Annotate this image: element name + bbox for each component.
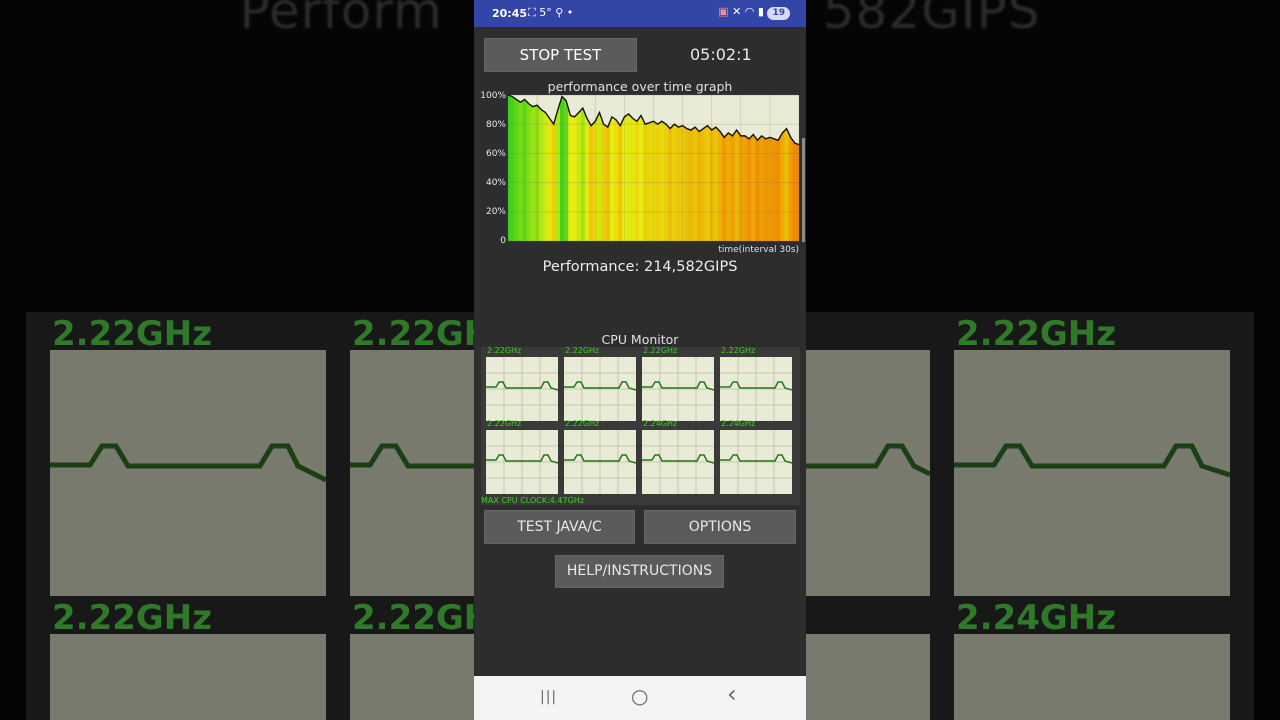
graph-band <box>568 95 574 241</box>
core-clock-label: 2.22GHz <box>643 346 678 355</box>
core-graph <box>486 430 558 494</box>
status-temperature: 5° <box>539 6 552 19</box>
status-bar: 20:45 ⛶ 5° ⚲ • ▣ ✕ ◠ ▮ 19 <box>474 0 806 27</box>
graph-band <box>514 95 519 241</box>
dot-icon: • <box>566 6 574 19</box>
graph-band <box>526 95 532 241</box>
y-tick: 100% <box>480 91 506 101</box>
x-axis-label: time(interval 30s) <box>718 245 799 255</box>
status-right-icons: ▣ ✕ ◠ ▮ 19 <box>718 5 790 20</box>
graph-band <box>518 95 524 241</box>
core-graph <box>720 357 792 421</box>
help-instructions-button[interactable]: HELP/INSTRUCTIONS <box>555 555 724 588</box>
core-graph <box>564 357 636 421</box>
core-clock-label: 2.22GHz <box>487 419 522 428</box>
core-clock-label: 2.22GHz <box>565 419 600 428</box>
background-core-graph <box>350 350 474 596</box>
background-core-graph <box>806 634 930 720</box>
max-cpu-clock: MAX CPU CLOCK:4.47GHz <box>481 496 585 505</box>
background-core-graph <box>50 350 326 596</box>
core-clock-label: 2.22GHz <box>565 346 600 355</box>
background-core-graph <box>50 634 326 720</box>
background-core-graph <box>954 634 1230 720</box>
core-graph <box>642 357 714 421</box>
background-core-graph <box>806 350 930 596</box>
screen-record-icon: ⛶ <box>528 6 536 19</box>
search-icon: ⚲ <box>555 6 564 19</box>
core-graph <box>720 430 792 494</box>
background-clock-label: 2.22GHz <box>52 598 213 638</box>
y-tick: 60% <box>486 149 506 159</box>
graph-band <box>559 95 565 241</box>
wifi-icon: ◠ <box>744 5 755 18</box>
graph-band <box>580 95 586 241</box>
graph-clip-left <box>474 88 508 258</box>
phone-screen: 20:45 ⛶ 5° ⚲ • ▣ ✕ ◠ ▮ 19 STOP TEST 05:0… <box>474 0 806 720</box>
recents-button[interactable]: ||| <box>540 689 557 705</box>
core-graph <box>642 430 714 494</box>
graph-band <box>539 95 544 241</box>
core-graph <box>564 430 636 494</box>
options-button[interactable]: OPTIONS <box>644 510 796 544</box>
graph-band <box>522 95 528 241</box>
performance-graph: 100% 80% 60% 40% 20% 0 time(interval 30s… <box>474 88 806 258</box>
background-title-left: Perform <box>239 0 443 40</box>
core-clock-label: 2.24GHz <box>721 419 756 428</box>
cpu-monitor-panel: 2.22GHz 2.22GHz 2.22GHz 2.22GHz 2.22GHz 2.22G… <box>481 346 800 505</box>
background-clock-label: 2.22GHz <box>52 314 213 354</box>
battery-icon: 19 <box>767 7 790 20</box>
background-title-right: 582GIPS <box>822 0 1041 40</box>
graph-band <box>543 95 549 241</box>
y-tick: 40% <box>486 178 506 188</box>
stop-test-button[interactable]: STOP TEST <box>484 38 637 72</box>
test-java-c-button[interactable]: TEST JAVA/C <box>484 510 635 544</box>
back-button[interactable]: ‹ <box>727 680 737 708</box>
core-clock-label: 2.24GHz <box>643 419 678 428</box>
cpu-monitor-title: CPU Monitor <box>601 332 679 347</box>
navigation-bar: ||| ○ ‹ <box>474 676 806 720</box>
y-tick: 0 <box>500 236 506 246</box>
graph-band <box>510 95 515 241</box>
elapsed-timer: 05:02:1 <box>690 45 752 64</box>
status-time: 20:45 <box>492 7 528 20</box>
graph-band <box>576 95 582 241</box>
cast-icon: ▣ <box>718 5 729 18</box>
background-clock-label: 2.22GHz <box>956 314 1117 354</box>
graph-band <box>530 95 536 241</box>
background-clock-label: 2.24GHz <box>956 598 1117 638</box>
home-button[interactable]: ○ <box>631 684 648 708</box>
core-graph <box>486 357 558 421</box>
signal-icon: ▮ <box>757 5 764 18</box>
status-left-icons: ⛶ 5° ⚲ • <box>528 6 573 20</box>
y-tick: 80% <box>486 120 506 130</box>
background-core-graph <box>350 634 474 720</box>
background-core-graph <box>954 350 1230 596</box>
mute-icon: ✕ <box>732 5 742 18</box>
graph-scrollbar[interactable] <box>802 138 805 242</box>
core-clock-label: 2.22GHz <box>721 346 756 355</box>
performance-readout: Performance: 214,582GIPS <box>542 259 738 275</box>
y-tick: 20% <box>486 207 506 217</box>
core-clock-label: 2.22GHz <box>487 346 522 355</box>
